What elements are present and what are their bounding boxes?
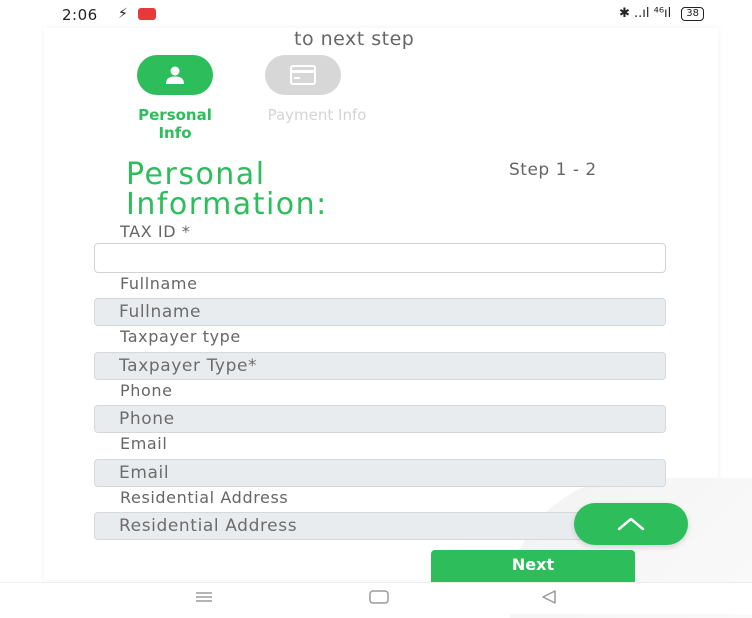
tax-id-label: TAX ID *	[120, 222, 191, 241]
phone-input[interactable]	[94, 405, 666, 433]
step-hint: to next step	[294, 28, 415, 50]
status-right: ✱ ..ıl ⁴⁶ıl 38	[619, 6, 704, 21]
user-icon	[166, 66, 184, 84]
navigation-bar	[0, 582, 752, 614]
status-bar: 2:06 ⚡︎ ✱ ..ıl ⁴⁶ıl 38	[0, 0, 752, 28]
status-left-icons: ⚡︎	[118, 6, 156, 22]
residential-address-label: Residential Address	[120, 488, 289, 507]
notification-badge-icon	[137, 8, 156, 20]
step-personal-info-button[interactable]	[137, 55, 213, 95]
fullname-input[interactable]	[94, 298, 666, 326]
battery-icon: 38	[681, 6, 704, 21]
step-payment-info-button[interactable]	[265, 55, 341, 95]
step-payment-info-label: Payment Info	[267, 106, 367, 124]
menu-icon[interactable]	[194, 589, 214, 605]
email-input[interactable]	[94, 459, 666, 487]
fullname-label: Fullname	[120, 274, 198, 293]
page-title: Personal Information:	[126, 157, 328, 222]
phone-label: Phone	[120, 381, 173, 400]
email-label: Email	[120, 434, 168, 453]
back-icon[interactable]	[540, 589, 558, 605]
home-icon[interactable]	[368, 589, 390, 605]
signal-icons: ✱ ..ıl ⁴⁶ıl	[618, 6, 672, 21]
bluetooth-off-icon: ⚡︎	[118, 6, 128, 22]
residential-address-input[interactable]	[94, 512, 614, 540]
taxpayer-type-input[interactable]	[94, 352, 666, 380]
step-indicator: Step 1 - 2	[509, 160, 597, 180]
taxpayer-type-label: Taxpayer type	[120, 327, 241, 346]
chevron-up-icon	[617, 517, 645, 531]
tax-id-input[interactable]	[94, 243, 666, 273]
next-button[interactable]: Next	[431, 550, 635, 582]
credit-card-icon	[290, 65, 316, 85]
status-time: 2:06	[62, 6, 98, 24]
step-personal-info-label: Personal Info	[138, 106, 212, 142]
scroll-top-button[interactable]	[574, 503, 688, 545]
